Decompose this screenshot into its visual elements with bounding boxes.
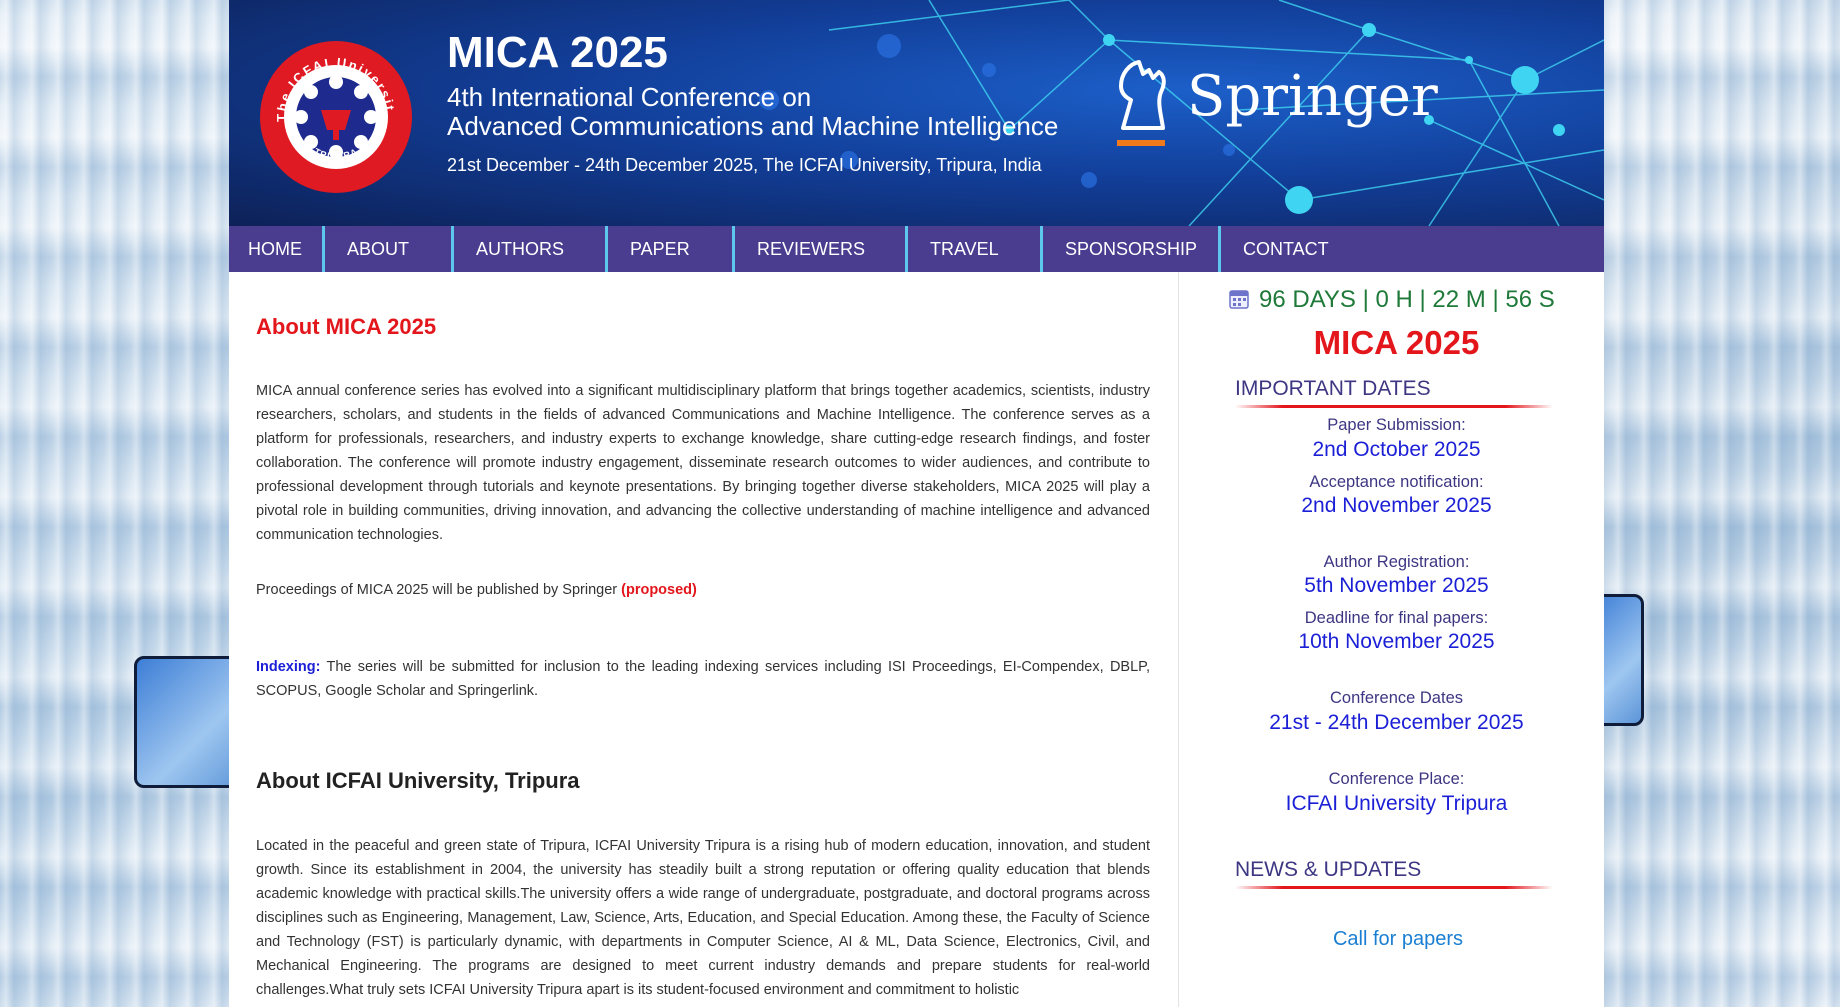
site-header: The ICFAI University TRIPURA MICA 2025 4… — [229, 0, 1604, 226]
about-mica-paragraph: MICA annual conference series has evolve… — [256, 383, 1150, 543]
nav-paper[interactable]: PAPER — [608, 226, 735, 272]
conference-title: MICA 2025 — [447, 28, 668, 77]
main-navigation: HOME ABOUT AUTHORS PAPER REVIEWERS TRAVE… — [229, 226, 1604, 272]
conference-subtitle-line2: Advanced Communications and Machine Inte… — [447, 111, 1059, 141]
author-registration-label: Author Registration: — [1323, 553, 1470, 571]
final-papers-deadline-label: Deadline for final papers: — [1304, 609, 1489, 627]
indexing-label: Indexing: — [256, 659, 321, 675]
important-dates-heading: IMPORTANT DATES — [1235, 377, 1431, 400]
final-papers-deadline-date: 10th November 2025 — [1298, 630, 1495, 653]
conference-place-value: ICFAI University Tripura — [1285, 792, 1508, 815]
important-dates-rule — [1235, 405, 1553, 408]
content-divider — [1178, 272, 1179, 1007]
nav-sponsorship[interactable]: SPONSORSHIP — [1043, 226, 1221, 272]
conference-dates-label: Conference Dates — [1330, 689, 1463, 707]
nav-reviewers[interactable]: REVIEWERS — [735, 226, 908, 272]
about-university-heading: About ICFAI University, Tripura — [256, 768, 580, 793]
sidebar-title: MICA 2025 — [1313, 324, 1480, 361]
nav-travel[interactable]: TRAVEL — [908, 226, 1043, 272]
conference-date-line: 21st December - 24th December 2025, The … — [447, 155, 1042, 175]
conference-subtitle-line1: 4th International Conference on — [447, 82, 812, 112]
page-container: The ICFAI University TRIPURA MICA 2025 4… — [229, 0, 1604, 1007]
conference-dates-value: 21st - 24th December 2025 — [1269, 711, 1524, 734]
nav-authors[interactable]: AUTHORS — [454, 226, 608, 272]
news-updates-rule — [1235, 886, 1553, 889]
paper-submission-label: Paper Submission: — [1327, 416, 1466, 434]
news-updates-heading: NEWS & UPDATES — [1235, 858, 1422, 881]
acceptance-notification-date: 2nd November 2025 — [1301, 494, 1492, 517]
about-university-paragraph: Located in the peaceful and green state … — [256, 838, 1150, 998]
countdown-timer: 96 DAYS | 0 H | 22 M | 56 S — [1229, 286, 1555, 314]
about-mica-heading: About MICA 2025 — [256, 314, 437, 339]
acceptance-notification-label: Acceptance notification: — [1309, 473, 1484, 491]
conference-place-label: Conference Place: — [1328, 770, 1465, 788]
countdown-text: 96 DAYS | 0 H | 22 M | 56 S — [1259, 286, 1555, 313]
call-for-papers-link[interactable]: Call for papers — [1189, 928, 1607, 951]
proceedings-paragraph: Proceedings of MICA 2025 will be publish… — [256, 578, 1150, 602]
indexing-text: The series will be submitted for inclusi… — [256, 659, 1150, 699]
author-registration-date: 5th November 2025 — [1304, 574, 1489, 597]
indexing-paragraph: Indexing: The series will be submitted f… — [256, 655, 1150, 703]
calendar-icon — [1229, 290, 1249, 309]
nav-contact[interactable]: CONTACT — [1221, 226, 1351, 272]
paper-submission-date: 2nd October 2025 — [1312, 438, 1481, 461]
proceedings-proposed-tag: (proposed) — [621, 582, 697, 598]
nav-home[interactable]: HOME — [229, 226, 325, 272]
icfai-university-logo: The ICFAI University TRIPURA — [259, 40, 412, 193]
springer-logo-text: Springer — [1187, 64, 1438, 129]
proceedings-text: Proceedings of MICA 2025 will be publish… — [256, 582, 618, 598]
nav-about[interactable]: ABOUT — [325, 226, 454, 272]
